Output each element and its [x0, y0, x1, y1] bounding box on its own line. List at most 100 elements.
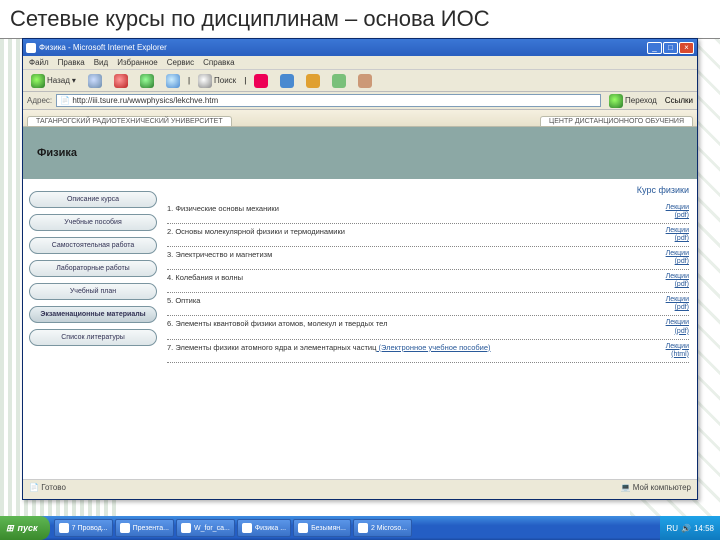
- tool-ext4[interactable]: [328, 72, 350, 90]
- lectures-link[interactable]: Лекции: [666, 250, 689, 257]
- menu-fav[interactable]: Избранное: [117, 58, 158, 67]
- lectures-link[interactable]: Лекции: [666, 204, 689, 211]
- nav-selfwork[interactable]: Самостоятельная работа: [29, 237, 157, 254]
- status-bar: 📄 Готово 💻 Мой компьютер: [23, 479, 697, 494]
- tab-left[interactable]: ТАГАНРОГСКИЙ РАДИОТЕХНИЧЕСКИЙ УНИВЕРСИТЕ…: [27, 116, 232, 126]
- nav-refs[interactable]: Список литературы: [29, 329, 157, 346]
- tool-ext1[interactable]: [250, 72, 272, 90]
- search-button[interactable]: Поиск: [194, 72, 240, 90]
- nav-manuals[interactable]: Учебные пособия: [29, 214, 157, 231]
- windows-icon: ⊞: [6, 523, 14, 534]
- status-right: 💻 Мой компьютер: [621, 483, 691, 492]
- computer-icon: 💻: [621, 483, 631, 492]
- maximize-button[interactable]: □: [663, 42, 678, 54]
- topic-extra-link[interactable]: (Электронное учебное пособие): [376, 343, 490, 352]
- refresh-button[interactable]: [136, 72, 158, 90]
- topic-row: 4. Колебания и волны Лекции(pdf): [167, 270, 689, 293]
- topic-links: Лекции(pdf): [666, 296, 689, 312]
- minimize-button[interactable]: _: [647, 42, 662, 54]
- tray-clock: 14:58: [694, 524, 714, 533]
- topic-name: 4. Колебания и волны: [167, 273, 660, 289]
- go-button[interactable]: Переход: [605, 92, 661, 110]
- topic-name: 6. Элементы квантовой физики атомов, мол…: [167, 319, 660, 335]
- taskbar-item[interactable]: Презента...: [115, 519, 174, 537]
- forward-button[interactable]: [84, 72, 106, 90]
- app-icon: [358, 523, 368, 533]
- address-input[interactable]: 📄 http://iii.tsure.ru/wwwphysics/lekchve…: [56, 94, 601, 107]
- nav-exam[interactable]: Экзаменационные материалы: [29, 306, 157, 323]
- taskbar-item-label: 7 Провод...: [72, 525, 108, 532]
- topic-links: Лекции(html): [666, 343, 689, 359]
- window-titlebar: Физика - Microsoft Internet Explorer _ □…: [23, 39, 697, 56]
- back-button[interactable]: Назад▾: [27, 72, 80, 90]
- lectures-link[interactable]: Лекции: [666, 227, 689, 234]
- close-button[interactable]: ×: [679, 42, 694, 54]
- toolbar: Назад▾ | Поиск |: [23, 70, 697, 92]
- taskbar-item[interactable]: Физика ...: [237, 519, 291, 537]
- topic-name: 1. Физические основы механики: [167, 204, 660, 220]
- topic-links: Лекции(pdf): [666, 250, 689, 266]
- nav-plan[interactable]: Учебный план: [29, 283, 157, 300]
- format-link[interactable]: (pdf): [675, 212, 689, 219]
- taskbar-item-label: Безымян...: [311, 525, 346, 532]
- menu-file[interactable]: Файл: [29, 58, 49, 67]
- menu-bar: Файл Правка Вид Избранное Сервис Справка: [23, 56, 697, 70]
- ie-icon: [26, 43, 36, 53]
- address-label: Адрес:: [27, 96, 52, 105]
- topic-row: 6. Элементы квантовой физики атомов, мол…: [167, 316, 689, 339]
- browser-window: Физика - Microsoft Internet Explorer _ □…: [22, 38, 698, 500]
- stop-button[interactable]: [110, 72, 132, 90]
- taskbar: ⊞пуск 7 Провод... Презента... W_for_ca... Ф…: [0, 516, 720, 540]
- format-link[interactable]: (pdf): [675, 304, 689, 311]
- format-link[interactable]: (pdf): [675, 281, 689, 288]
- taskbar-item-label: W_for_ca...: [194, 525, 230, 532]
- tray-lang[interactable]: RU: [666, 524, 678, 533]
- menu-edit[interactable]: Правка: [58, 58, 85, 67]
- menu-tools[interactable]: Сервис: [167, 58, 194, 67]
- app-icon: [120, 523, 130, 533]
- app-icon: [298, 523, 308, 533]
- tray-icon[interactable]: 🔊: [681, 524, 691, 533]
- start-button[interactable]: ⊞пуск: [0, 516, 50, 540]
- tool-ext2[interactable]: [276, 72, 298, 90]
- page-icon: 📄: [60, 96, 70, 105]
- system-tray: RU 🔊 14:58: [660, 516, 720, 540]
- address-bar-row: Адрес: 📄 http://iii.tsure.ru/wwwphysics/…: [23, 92, 697, 110]
- format-link[interactable]: (pdf): [675, 235, 689, 242]
- topic-name: 7. Элементы физики атомного ядра и элеме…: [167, 343, 660, 359]
- format-link[interactable]: (pdf): [675, 258, 689, 265]
- topic-row: 2. Основы молекулярной физики и термодин…: [167, 224, 689, 247]
- chevron-down-icon: ▾: [72, 76, 76, 85]
- course-banner: Физика: [23, 127, 697, 179]
- tool-ext3[interactable]: [302, 72, 324, 90]
- lectures-link[interactable]: Лекции: [666, 343, 689, 350]
- format-link[interactable]: (html): [671, 351, 689, 358]
- taskbar-item[interactable]: 7 Провод...: [54, 519, 113, 537]
- app-icon: [59, 523, 69, 533]
- home-button[interactable]: [162, 72, 184, 90]
- topic-row: 1. Физические основы механики Лекции(pdf): [167, 201, 689, 224]
- taskbar-item[interactable]: 2 Microso...: [353, 519, 412, 537]
- lectures-link[interactable]: Лекции: [666, 273, 689, 280]
- course-main: Курс физики 1. Физические основы механик…: [163, 179, 697, 479]
- slide-title: Сетевые курсы по дисциплинам – основа ИО…: [0, 0, 720, 39]
- nav-desc[interactable]: Описание курса: [29, 191, 157, 208]
- menu-help[interactable]: Справка: [203, 58, 234, 67]
- topic-links: Лекции(pdf): [666, 227, 689, 243]
- taskbar-item-label: Презента...: [133, 525, 169, 532]
- taskbar-item[interactable]: Безымян...: [293, 519, 351, 537]
- topic-name: 2. Основы молекулярной физики и термодин…: [167, 227, 660, 243]
- tab-right[interactable]: ЦЕНТР ДИСТАНЦИОННОГО ОБУЧЕНИЯ: [540, 116, 693, 126]
- format-link[interactable]: (pdf): [675, 328, 689, 335]
- search-icon: [198, 74, 212, 88]
- taskbar-item-label: Физика ...: [255, 525, 286, 532]
- nav-labs[interactable]: Лабораторные работы: [29, 260, 157, 277]
- tool-ext5[interactable]: [354, 72, 376, 90]
- course-sidebar: Описание курса Учебные пособия Самостоят…: [23, 179, 163, 479]
- header-tabs: ТАГАНРОГСКИЙ РАДИОТЕХНИЧЕСКИЙ УНИВЕРСИТЕ…: [23, 110, 697, 127]
- lectures-link[interactable]: Лекции: [666, 296, 689, 303]
- lectures-link[interactable]: Лекции: [666, 319, 689, 326]
- menu-view[interactable]: Вид: [94, 58, 108, 67]
- taskbar-item[interactable]: W_for_ca...: [176, 519, 235, 537]
- topic-links: Лекции (pdf): [666, 319, 689, 335]
